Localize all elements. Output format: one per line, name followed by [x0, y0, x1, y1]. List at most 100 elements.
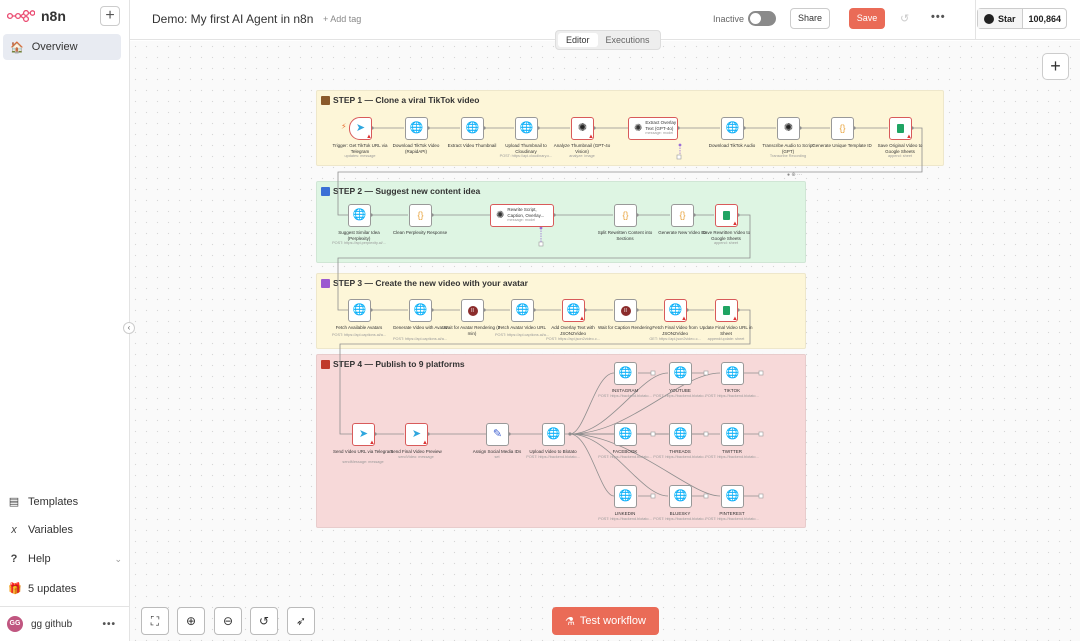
more-icon[interactable]: ••• [102, 619, 116, 630]
node-wait-caption-rendering[interactable]: II [614, 299, 637, 322]
node-telegram-trigger[interactable]: ➤ ▲ [349, 117, 372, 140]
node-subtitle: POST: https://api.json2video.c... [546, 337, 600, 341]
node-add-overlay-text[interactable]: 🌐 ▲ [562, 299, 585, 322]
openai-icon: ✺ [783, 122, 794, 134]
node-rewrite-script[interactable]: ✺ Rewrite Script, Caption, Overlay... mess… [490, 204, 554, 227]
node-subtitle: POST: https://backend.blotato... [653, 394, 707, 398]
tab-executions[interactable]: Executions [598, 33, 658, 47]
node-analyze-thumbnail[interactable]: ✺ ▲ [571, 117, 594, 140]
activation-toggle[interactable] [748, 11, 776, 26]
node-fetch-avatar-video-url[interactable]: 🌐 [511, 299, 534, 322]
node-send-final-video-preview[interactable]: ➤ ▲ [405, 423, 428, 446]
node-clean-perplexity-response[interactable]: {} [409, 204, 432, 227]
node-twitter[interactable]: 🌐 [721, 423, 744, 446]
flask-icon: ⚗ [565, 615, 575, 628]
node-fetch-final-video[interactable]: 🌐 ▲ [664, 299, 687, 322]
node-generate-new-video-id[interactable]: {} [671, 204, 694, 227]
zoom-out-button[interactable]: ⊖ [214, 607, 242, 635]
node-label: Save Rewritten Video to Google Sheets [701, 230, 751, 241]
step-3-title: STEP 3 — Create the new video with your … [333, 278, 528, 288]
node-tiktok[interactable]: 🌐 [721, 362, 744, 385]
node-generate-video-avatar[interactable]: 🌐 [409, 299, 432, 322]
node-transcribe-audio[interactable]: ✺ [777, 117, 800, 140]
sticky-controls[interactable]: ● ⊕ ··· [787, 172, 802, 178]
node-upload-to-blotato[interactable]: 🌐 [542, 423, 565, 446]
node-update-final-video-url[interactable]: ▲ [715, 299, 738, 322]
warning-icon: ▲ [906, 134, 912, 140]
step-1-title: STEP 1 — Clone a viral TikTok video [333, 95, 480, 105]
user-name: gg github [31, 618, 73, 630]
globe-icon: 🌐 [673, 490, 688, 502]
save-button[interactable]: Save [849, 8, 885, 29]
node-save-rewritten-video[interactable]: ▲ [715, 204, 738, 227]
sidebar-item-label: Templates [28, 495, 79, 508]
sidebar-item-overview[interactable]: 🏠 Overview [3, 34, 121, 60]
node-save-original-video[interactable]: ▲ [889, 117, 912, 140]
node-download-tiktok-audio[interactable]: 🌐 [721, 117, 744, 140]
share-button[interactable]: Share [790, 8, 830, 29]
tab-editor[interactable]: Editor [558, 33, 598, 47]
test-workflow-label: Test workflow [579, 615, 646, 627]
node-assign-social-media-ids[interactable]: ✎ [486, 423, 509, 446]
n8n-logo[interactable]: n8n [7, 8, 66, 24]
node-split-rewritten-content[interactable]: {} [614, 204, 637, 227]
globe-icon: 🌐 [725, 367, 740, 379]
node-subtitle: append: sheet [713, 241, 739, 245]
reset-zoom-button[interactable]: ↺ [250, 607, 278, 635]
node-download-tiktok-video[interactable]: 🌐 [405, 117, 428, 140]
zoom-in-button[interactable]: ⊕ [177, 607, 205, 635]
history-icon[interactable]: ↺ [900, 12, 909, 25]
workflow-title[interactable]: Demo: My first AI Agent in n8n [152, 12, 313, 26]
sidebar-item-variables[interactable]: x Variables [8, 524, 122, 536]
user-menu[interactable]: GG gg github ••• [0, 606, 130, 641]
sidebar-item-updates[interactable]: 🎁 5 updates [8, 582, 122, 596]
node-subtitle: append/update: sheet [707, 337, 745, 341]
globe-icon: 🌐 [519, 122, 534, 134]
warning-icon: ▲ [681, 316, 687, 322]
globe-icon: 🌐 [352, 209, 367, 221]
node-facebook[interactable]: 🌐 [614, 423, 637, 446]
node-linkedin[interactable]: 🌐 [614, 485, 637, 508]
node-send-video-url-telegram[interactable]: ➤ ▲ [352, 423, 375, 446]
node-suggest-similar-idea[interactable]: 🌐 [348, 204, 371, 227]
node-threads[interactable]: 🌐 [669, 423, 692, 446]
test-workflow-button[interactable]: ⚗ Test workflow [552, 607, 659, 635]
collapse-sidebar-button[interactable]: ‹ [123, 322, 135, 334]
add-tag-button[interactable]: + Add tag [323, 14, 361, 24]
node-subtitle: POST: https://backend.blotato... [705, 394, 759, 398]
sidebar-item-templates[interactable]: ▤ Templates [8, 495, 122, 509]
more-options-icon[interactable]: ••• [931, 11, 946, 23]
star-count: 100,864 [1028, 13, 1062, 24]
star-label: Star [998, 13, 1016, 24]
gift-icon: 🎁 [8, 583, 22, 595]
add-node-button[interactable]: + [1042, 53, 1069, 80]
globe-icon: 🌐 [618, 428, 633, 440]
node-extract-thumbnail[interactable]: 🌐 [461, 117, 484, 140]
avatar: GG [7, 616, 23, 632]
node-fetch-avatars[interactable]: 🌐 [348, 299, 371, 322]
node-wait-avatar-rendering[interactable]: II [461, 299, 484, 322]
node-generate-template-id[interactable]: {} [831, 117, 854, 140]
github-star-button[interactable]: Star 100,864 [977, 8, 1067, 29]
divider [975, 0, 976, 40]
node-extract-overlay-text[interactable]: ✺ Extract Overlay Text (GPT-4o) message: m… [628, 117, 678, 140]
node-label: Upload Thumbnail to Cloudinary [505, 143, 547, 154]
node-label: Download TikTok Video (RapidAPI) [392, 143, 440, 154]
node-bluesky[interactable]: 🌐 [669, 485, 692, 508]
node-label: Generate Video with Avatar [392, 325, 448, 330]
node-pinterest[interactable]: 🌐 [721, 485, 744, 508]
step-2-icon [321, 186, 330, 196]
node-youtube[interactable]: 🌐 [669, 362, 692, 385]
node-instagram[interactable]: 🌐 [614, 362, 637, 385]
help-icon: ? [10, 553, 18, 565]
node-upload-thumbnail[interactable]: 🌐 [515, 117, 538, 140]
sidebar-item-help[interactable]: ? Help ⌄ [8, 553, 122, 565]
node-subtitle: POST: https://backend.blotato... [653, 455, 707, 459]
openai-icon: ✺ [577, 122, 588, 134]
create-button[interactable]: + [100, 6, 120, 26]
tidy-up-button[interactable]: ➶ [287, 607, 315, 635]
pause-icon: II [467, 305, 478, 316]
google-sheets-icon [723, 211, 730, 220]
zoom-to-fit-button[interactable]: ⛶ [141, 607, 169, 635]
node-subtitle: POST: https://api.captions.ai/a... [331, 333, 387, 337]
